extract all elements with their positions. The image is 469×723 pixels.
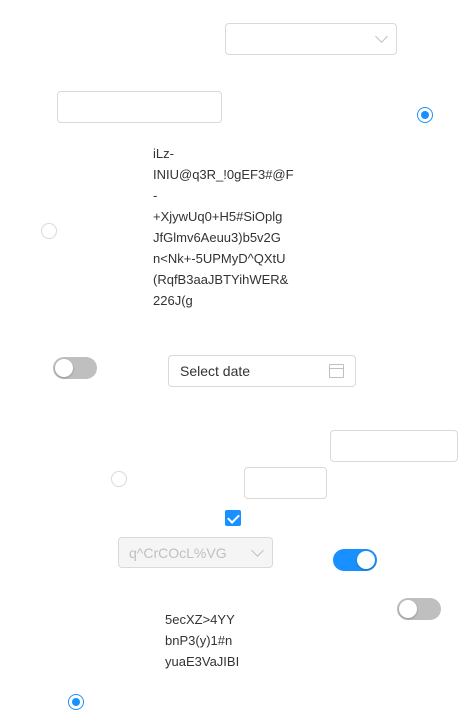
chevron-down-icon [375,30,388,43]
toggle-knob [55,359,73,377]
calendar-icon [329,364,344,378]
checkmark-icon [227,511,240,524]
radio-option-1[interactable] [417,107,433,123]
chevron-down-icon [251,543,264,557]
top-select[interactable] [225,23,397,55]
text-input-2[interactable] [330,430,458,462]
disabled-select[interactable]: q^CrCOcL%VG [118,537,273,568]
text-block-2: 5ecXZ>4YY bnP3(y)1#n yuaE3VaJIBI [165,612,240,669]
radio-option-4[interactable] [68,694,84,710]
date-picker-placeholder: Select date [180,363,251,379]
text-block-1: iLz- INIU@q3R_!0gEF3#@F - +XjywUq0+H5#Si… [153,146,294,308]
date-picker[interactable]: Select date [168,355,356,387]
toggle-switch-1[interactable] [53,357,97,379]
radio-option-2[interactable] [41,223,57,239]
toggle-knob [357,551,375,569]
toggle-switch-3[interactable] [397,598,441,620]
checkbox-1[interactable] [225,510,241,526]
text-input-3[interactable] [244,467,327,499]
toggle-switch-2[interactable] [333,549,377,571]
text-input-1[interactable] [57,91,222,123]
disabled-select-value: q^CrCOcL%VG [129,544,227,561]
radio-option-3[interactable] [111,471,127,487]
toggle-knob [399,600,417,618]
